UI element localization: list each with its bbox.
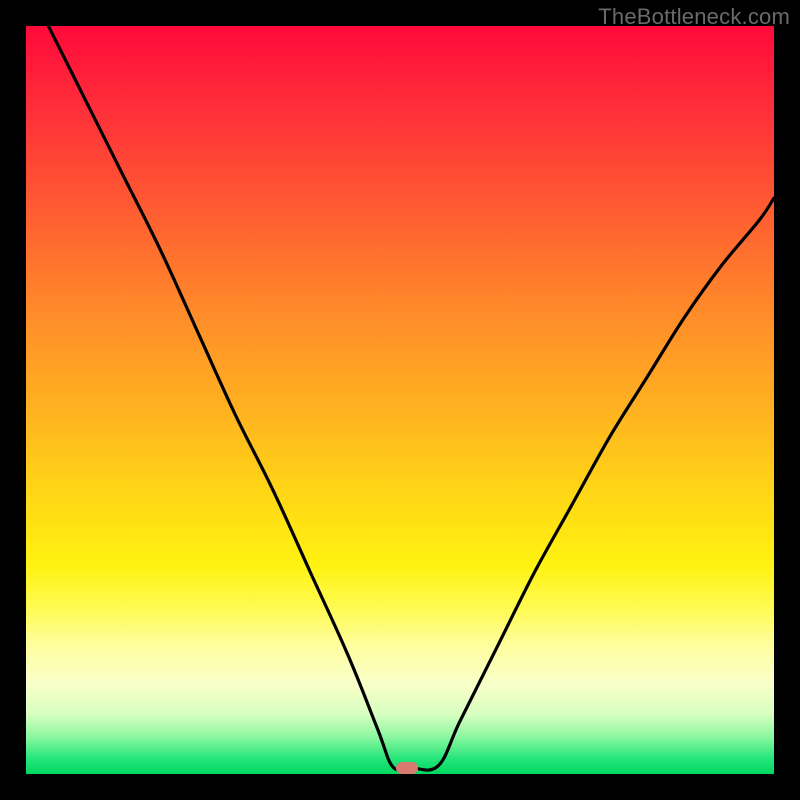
watermark-text: TheBottleneck.com: [598, 4, 790, 30]
bottleneck-curve: [26, 26, 774, 774]
chart-frame: TheBottleneck.com: [0, 0, 800, 800]
optimal-marker: [396, 762, 418, 774]
